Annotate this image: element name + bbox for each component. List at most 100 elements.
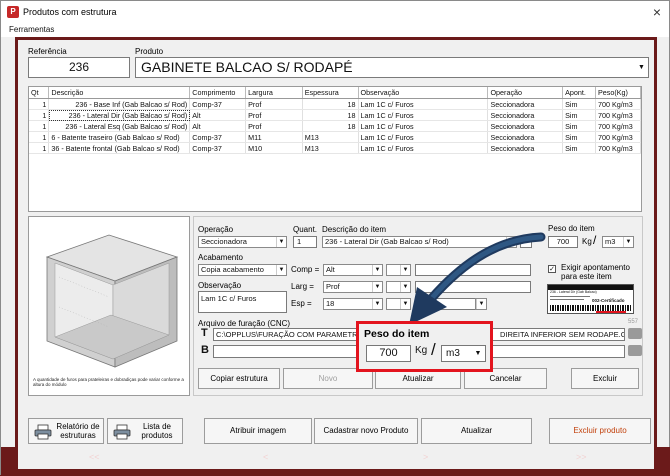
larg-label: Larg =: [291, 282, 314, 291]
col-operacao[interactable]: Operação: [487, 87, 564, 99]
chevron-down-icon[interactable]: ▼: [623, 237, 633, 247]
delete-item-button[interactable]: Excluir: [571, 368, 639, 389]
cell-observacao: Lam 1C c/ Furos: [358, 120, 489, 132]
comp-label: Comp =: [291, 265, 320, 274]
weight-input[interactable]: 700: [548, 236, 578, 248]
nav-next-button[interactable]: >: [423, 452, 428, 462]
reference-label: Referência: [28, 47, 67, 56]
structure-table[interactable]: Qt Descrição Comprimento Largura Espessu…: [28, 86, 642, 212]
table-row[interactable]: 1 36 - Batente frontal (Gab Balcao s/ Ro…: [29, 142, 641, 154]
folder-icon[interactable]: [628, 345, 642, 356]
product-value: GABINETE BALCAO S/ RODAPÉ: [141, 59, 353, 75]
b-icon[interactable]: B: [198, 344, 211, 359]
cnc-count: 557: [628, 319, 639, 325]
cell-espessura: 18: [302, 120, 359, 132]
cell-comprimento: Comp-37: [189, 142, 247, 154]
reference-input[interactable]: 236: [28, 57, 130, 78]
menu-tools[interactable]: Ferramentas: [9, 25, 54, 34]
cell-largura: Prof: [245, 98, 303, 110]
obs-textarea[interactable]: Lam 1C c/ Furos: [198, 291, 287, 313]
cell-espessura: M13: [302, 142, 359, 154]
cell-observacao: Lam 1C c/ Furos: [358, 131, 489, 143]
esp-label: Esp =: [291, 299, 312, 308]
col-espessura[interactable]: Espessura: [302, 87, 359, 99]
table-row-selected[interactable]: 1 236 - Lateral Dir (Gab Balcao s/ Rod) …: [29, 109, 641, 121]
t-icon[interactable]: T: [198, 327, 211, 342]
weight-unit-select[interactable]: m3 ▼: [602, 236, 634, 248]
col-descricao[interactable]: Descrição: [48, 87, 191, 99]
quant-label: Quant.: [293, 225, 318, 234]
cell-descricao: 6 - Batente traseiro (Gab Balcao s/ Rod): [48, 131, 191, 143]
col-peso[interactable]: Peso(Kg): [595, 87, 641, 99]
cell-largura: M11: [245, 131, 303, 143]
label-preview-line: [550, 299, 584, 300]
callout-kg: Kg: [415, 345, 428, 356]
report-button[interactable]: Relatório de estruturas: [28, 418, 104, 444]
app-window: P Produtos com estrutura × Ferramentas R…: [0, 0, 670, 476]
weight-callout: Peso do item 700 Kg / m3 ▼: [356, 321, 493, 372]
col-observacao[interactable]: Observação: [358, 87, 489, 99]
copy-structure-button[interactable]: Copiar estrutura: [198, 368, 280, 389]
cell-descricao: 236 - Lateral Dir (Gab Balcao s/ Rod): [48, 109, 191, 121]
label-preview: 236 - Lateral Dir (Gab Balcao) 002-Certi…: [547, 284, 634, 314]
cell-largura: M10: [245, 142, 303, 154]
nav-prev-button[interactable]: <: [263, 452, 268, 462]
weight-label: Peso do item: [548, 224, 595, 233]
cell-peso: 700 Kg/m3: [595, 109, 641, 121]
cell-peso: 700 Kg/m3: [595, 131, 641, 143]
register-product-button[interactable]: Cadastrar novo Produto: [314, 418, 418, 444]
cell-observacao: Lam 1C c/ Furos: [358, 98, 489, 110]
cnc-label: Arquivo de furação (CNC): [198, 319, 291, 328]
app-icon: P: [7, 6, 19, 18]
col-largura[interactable]: Largura: [245, 87, 303, 99]
cell-observacao: Lam 1C c/ Furos: [358, 142, 489, 154]
callout-weight-input[interactable]: 700: [366, 345, 411, 362]
operation-select[interactable]: Seccionadora ▼: [198, 236, 287, 248]
finish-value: Copia acabamento: [201, 265, 264, 274]
cell-qt: 1: [29, 98, 50, 110]
table-row[interactable]: 1 6 - Batente traseiro (Gab Balcao s/ Ro…: [29, 131, 641, 143]
col-qt[interactable]: Qt: [29, 87, 50, 99]
table-row[interactable]: 1 236 - Lateral Esq (Gab Balcao s/ Rod) …: [29, 120, 641, 132]
chevron-down-icon[interactable]: ▼: [472, 347, 484, 360]
cell-peso: 700 Kg/m3: [595, 142, 641, 154]
cell-apont: Sim: [562, 109, 596, 121]
callout-title: Peso do item: [364, 328, 430, 340]
chevron-down-icon[interactable]: ▼: [637, 62, 646, 73]
product-list-button[interactable]: Lista de produtos: [107, 418, 183, 444]
delete-product-button[interactable]: Excluir produto: [549, 418, 651, 444]
cell-operacao: Seccionadora: [487, 98, 564, 110]
nav-first-button[interactable]: <<: [89, 452, 100, 462]
callout-slash: /: [431, 340, 436, 359]
cell-largura: Prof: [245, 109, 303, 121]
slash-glyph: /: [593, 233, 597, 247]
weight-kg: Kg: [582, 237, 592, 246]
cell-apont: Sim: [562, 142, 596, 154]
require-label: Exigir apontamento para este item: [561, 263, 630, 281]
callout-unit-select[interactable]: m3 ▼: [441, 345, 486, 362]
update-product-button[interactable]: Atualizar: [421, 418, 532, 444]
cell-apont: Sim: [562, 98, 596, 110]
cell-qt: 1: [29, 142, 50, 154]
close-icon[interactable]: ×: [653, 4, 661, 20]
t-glyph: T: [201, 327, 208, 339]
cell-largura: Prof: [245, 120, 303, 132]
chevron-down-icon[interactable]: ▼: [276, 265, 286, 275]
cell-apont: Sim: [562, 120, 596, 132]
product-label: Produto: [135, 47, 164, 56]
label-preview-line: [550, 296, 590, 297]
comp-value: Alt: [326, 265, 335, 274]
quant-input[interactable]: 1: [293, 236, 317, 248]
product-select[interactable]: GABINETE BALCAO S/ RODAPÉ ▼: [135, 57, 649, 78]
table-row[interactable]: 1 236 - Base Inf (Gab Balcao s/ Rod) Com…: [29, 98, 641, 110]
folder-icon[interactable]: [628, 328, 642, 339]
callout-unit-value: m3: [446, 348, 460, 359]
attach-image-button[interactable]: Atribuir imagem: [204, 418, 312, 444]
nav-last-button[interactable]: >>: [576, 452, 587, 462]
chevron-down-icon[interactable]: ▼: [276, 237, 286, 247]
col-apont[interactable]: Apont.: [562, 87, 596, 99]
col-comprimento[interactable]: Comprimento: [189, 87, 247, 99]
finish-select[interactable]: Copia acabamento ▼: [198, 264, 287, 276]
printer-icon: [34, 424, 52, 440]
product-image-panel: A quantidade de furos para prateleiras e…: [28, 216, 190, 396]
